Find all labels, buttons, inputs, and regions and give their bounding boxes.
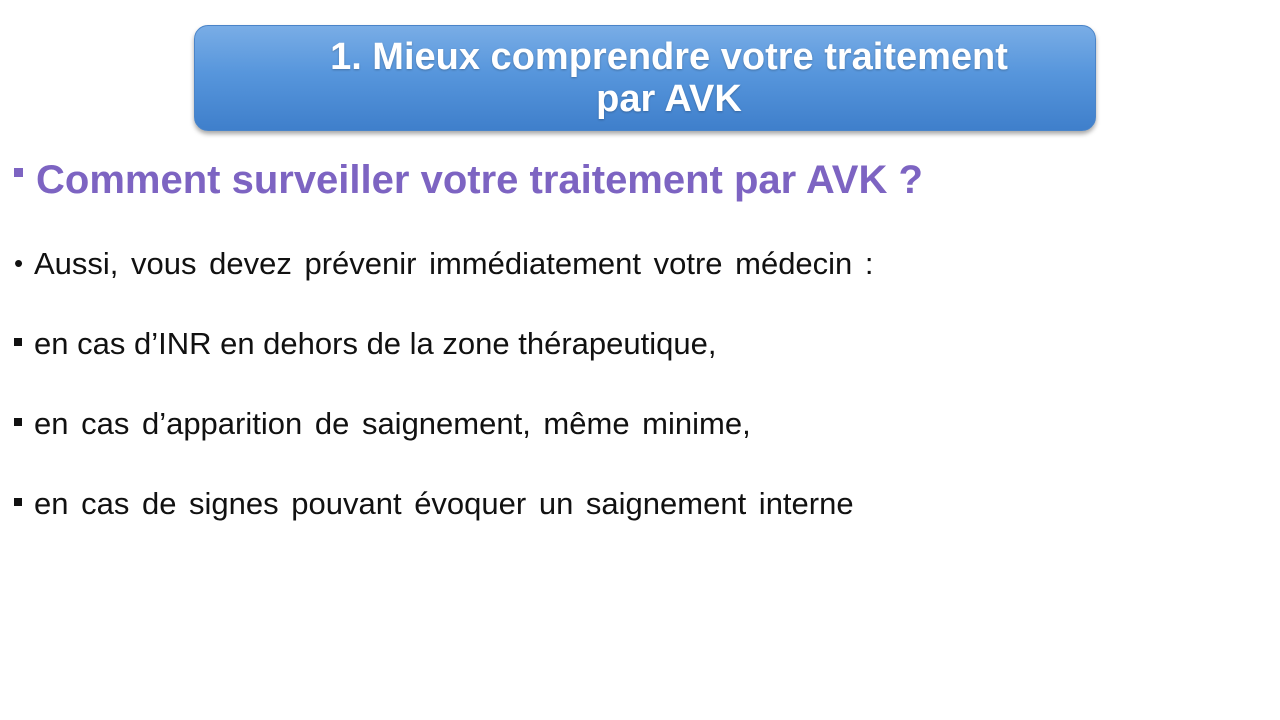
intro-line: • Aussi, vous devez prévenir immédiatemen… — [14, 244, 874, 285]
square-bullet-icon — [14, 498, 22, 506]
round-bullet-icon: • — [14, 248, 24, 278]
list-item-text: en cas d’apparition de saignement, même … — [34, 406, 751, 441]
section-heading-text: Comment surveiller votre traitement par … — [36, 158, 923, 202]
list-item-text: en cas d’INR en dehors de la zone thérap… — [34, 326, 717, 361]
square-bullet-icon — [14, 418, 22, 426]
slide-title: 1. Mieux comprendre votre traitement par… — [195, 36, 1095, 120]
list-item: en cas d’apparition de saignement, même … — [14, 404, 751, 444]
intro-text: Aussi, vous devez prévenir immédiatement… — [34, 246, 874, 281]
section-heading: Comment surveiller votre traitement par … — [14, 154, 923, 206]
square-bullet-icon — [14, 338, 22, 346]
list-item-text: en cas de signes pouvant évoquer un saig… — [34, 486, 854, 521]
list-item: en cas d’INR en dehors de la zone thérap… — [14, 324, 716, 364]
slide-title-line-2: par AVK — [596, 78, 742, 120]
slide-title-line-1: 1. Mieux comprendre votre traitement — [330, 36, 1008, 78]
square-bullet-icon — [14, 167, 23, 177]
slide-title-box: 1. Mieux comprendre votre traitement par… — [194, 25, 1096, 131]
list-item: en cas de signes pouvant évoquer un saig… — [14, 484, 854, 524]
